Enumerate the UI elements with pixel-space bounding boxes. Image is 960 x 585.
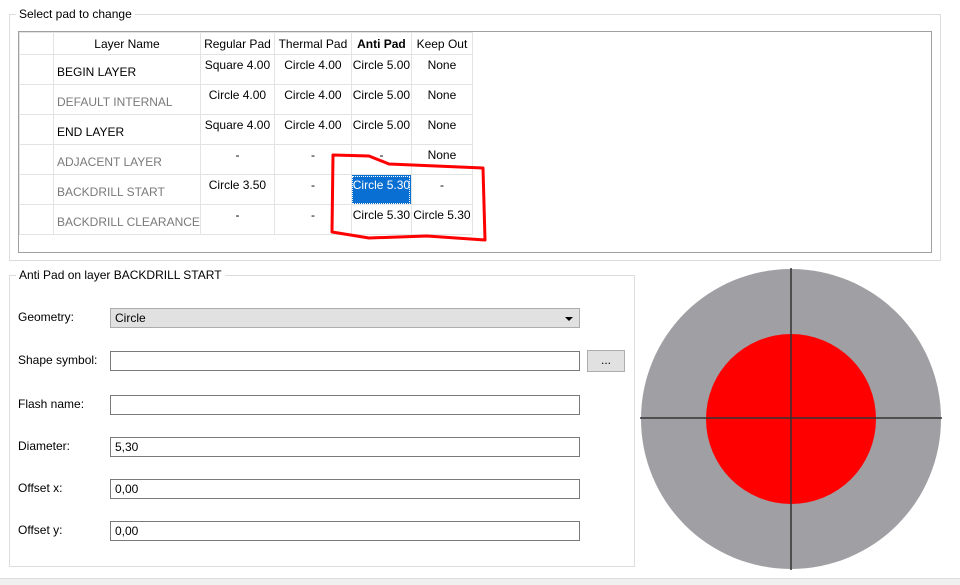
layer-name-cell: ADJACENT LAYER	[53, 144, 201, 175]
flash-name-input[interactable]	[110, 395, 580, 415]
table-row[interactable]: BACKDRILL CLEARANCE - - Circle 5.30 Circ…	[19, 204, 473, 235]
thermal-pad-cell[interactable]: -	[273, 204, 352, 235]
thermal-pad-cell[interactable]: Circle 4.00	[273, 54, 352, 85]
row-header[interactable]	[19, 174, 54, 205]
regular-pad-cell[interactable]: Circle 4.00	[199, 84, 275, 115]
select-pad-group-title: Select pad to change	[16, 7, 135, 21]
offset-x-input[interactable]: 0,00	[110, 479, 580, 499]
row-header[interactable]	[19, 114, 54, 145]
keep-out-cell[interactable]: Circle 5.30	[410, 204, 473, 235]
anti-pad-cell[interactable]: -	[350, 144, 412, 175]
row-header[interactable]	[19, 54, 54, 85]
flash-name-label: Flash name:	[18, 397, 85, 411]
keep-out-cell[interactable]: -	[410, 174, 473, 205]
pad-table-header: Layer Name Regular Pad Thermal Pad Anti …	[19, 32, 473, 55]
layer-name-cell: END LAYER	[53, 114, 201, 145]
row-header[interactable]	[19, 84, 54, 115]
anti-pad-detail-group: Anti Pad on layer BACKDRILL START Geomet…	[9, 268, 635, 567]
pad-table: Layer Name Regular Pad Thermal Pad Anti …	[19, 32, 473, 235]
col-header-regular-pad[interactable]: Regular Pad	[199, 32, 275, 55]
col-header-keep-out[interactable]: Keep Out	[410, 32, 473, 55]
layer-name-cell: DEFAULT INTERNAL	[53, 84, 201, 115]
browse-button[interactable]: ...	[587, 350, 625, 372]
anti-pad-cell[interactable]: Circle 5.00	[350, 54, 412, 85]
pad-preview	[640, 268, 942, 570]
layer-name-cell: BACKDRILL CLEARANCE	[53, 204, 201, 235]
offset-y-label: Offset y:	[18, 523, 63, 537]
geometry-label: Geometry:	[18, 310, 75, 324]
col-header-layer-name[interactable]: Layer Name	[53, 32, 201, 55]
regular-pad-cell[interactable]: -	[199, 144, 275, 175]
regular-pad-cell[interactable]: Square 4.00	[199, 54, 275, 85]
regular-pad-cell[interactable]: Square 4.00	[199, 114, 275, 145]
table-row[interactable]: ADJACENT LAYER - - - None	[19, 144, 473, 175]
col-header-anti-pad[interactable]: Anti Pad	[350, 32, 412, 55]
regular-pad-cell[interactable]: Circle 3.50	[199, 174, 275, 205]
table-row[interactable]: DEFAULT INTERNAL Circle 4.00 Circle 4.00…	[19, 84, 473, 115]
keep-out-cell[interactable]: None	[410, 54, 473, 85]
anti-pad-detail-title: Anti Pad on layer BACKDRILL START	[16, 268, 225, 282]
anti-pad-cell[interactable]: Circle 5.00	[350, 114, 412, 145]
diameter-label: Diameter:	[18, 439, 71, 453]
thermal-pad-cell[interactable]: Circle 4.00	[273, 84, 352, 115]
thermal-pad-cell[interactable]: -	[273, 174, 352, 205]
keep-out-cell[interactable]: None	[410, 84, 473, 115]
anti-pad-cell[interactable]: Circle 5.00	[350, 84, 412, 115]
geometry-select[interactable]: Circle	[110, 308, 580, 328]
keep-out-cell[interactable]: None	[410, 144, 473, 175]
chevron-down-icon	[565, 317, 573, 321]
row-header[interactable]	[19, 204, 54, 235]
layer-name-cell: BACKDRILL START	[53, 174, 201, 205]
layer-name-cell: BEGIN LAYER	[53, 54, 201, 85]
diameter-input[interactable]: 5,30	[110, 437, 580, 457]
thermal-pad-cell[interactable]: Circle 4.00	[273, 114, 352, 145]
select-pad-group: Select pad to change Layer Name Regular …	[9, 7, 941, 261]
shape-symbol-input[interactable]	[110, 351, 580, 371]
offset-x-label: Offset x:	[18, 481, 63, 495]
row-header[interactable]	[19, 144, 54, 175]
table-row[interactable]: END LAYER Square 4.00 Circle 4.00 Circle…	[19, 114, 473, 145]
thermal-pad-cell[interactable]: -	[273, 144, 352, 175]
row-header-corner	[19, 32, 54, 55]
table-row[interactable]: BEGIN LAYER Square 4.00 Circle 4.00 Circ…	[19, 54, 473, 85]
shape-symbol-label: Shape symbol:	[18, 353, 98, 367]
table-row[interactable]: BACKDRILL START Circle 3.50 - Circle 5.3…	[19, 174, 473, 205]
anti-pad-cell-selected[interactable]: Circle 5.30	[350, 174, 412, 205]
regular-pad-cell[interactable]: -	[199, 204, 275, 235]
keep-out-cell[interactable]: None	[410, 114, 473, 145]
anti-pad-cell[interactable]: Circle 5.30	[350, 204, 412, 235]
pad-grid: Layer Name Regular Pad Thermal Pad Anti …	[18, 31, 932, 253]
col-header-thermal-pad[interactable]: Thermal Pad	[273, 32, 352, 55]
offset-y-input[interactable]: 0,00	[110, 521, 580, 541]
geometry-select-value: Circle	[115, 311, 146, 325]
